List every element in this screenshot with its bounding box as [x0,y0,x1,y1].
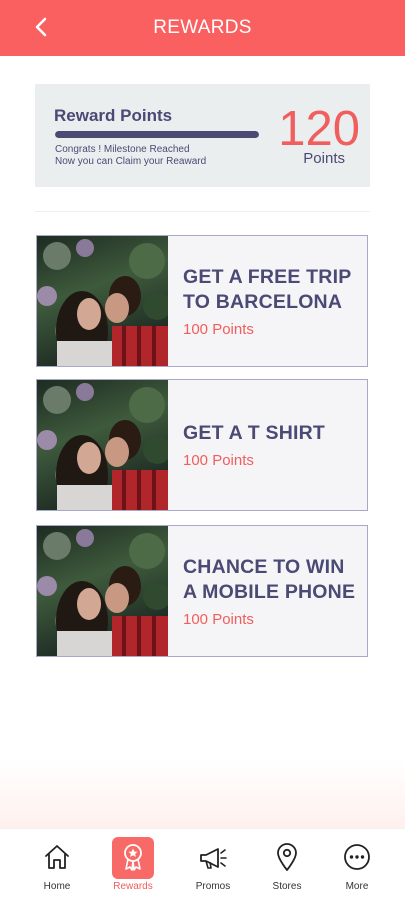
bottom-fade [0,760,405,830]
reward-card-barcelona[interactable]: GET A FREE TRIP TO BARCELONA 100 Points [36,235,368,367]
reward-points: 100 Points [183,452,254,469]
nav-home[interactable]: Home [27,829,87,901]
milestone-progress-fill [55,131,259,138]
reward-title-line1: GET A T SHIRT [183,422,325,444]
nav-label-rewards: Rewards [113,881,153,892]
reward-body: CHANCE TO WIN A MOBILE PHONE 100 Points [183,526,357,656]
reward-photo [37,380,168,510]
reward-body: GET A T SHIRT 100 Points [183,380,357,510]
nav-more[interactable]: More [327,829,387,901]
points-value: 120 [278,102,360,156]
reward-points: 100 Points [183,610,254,628]
nav-label-more: More [345,881,369,892]
points-unit: Points [303,150,345,167]
reward-photo [37,236,168,366]
megaphone-icon [198,841,228,873]
nav-rewards[interactable]: Rewards [103,829,163,901]
nav-stores[interactable]: Stores [257,829,317,901]
reward-photo [37,526,168,656]
reward-title: GET A FREE TRIP TO BARCELONA [183,265,357,315]
reward-title-line1: CHANCE TO WIN [183,555,345,578]
more-icon [342,841,372,873]
reward-body: GET A FREE TRIP TO BARCELONA 100 Points [183,236,357,366]
reward-points-card: Reward Points Congrats ! Milestone Reach… [35,84,370,187]
reward-title-line2: TO BARCELONA [183,290,343,313]
reward-title: GET A T SHIRT [183,421,357,446]
nav-label-stores: Stores [272,881,302,892]
app-header: REWARDS [0,0,405,56]
reward-points: 100 Points [183,320,254,338]
milestone-message-line2: Now you can Claim your Reaward [55,156,207,167]
divider [35,211,370,212]
reward-card-tshirt[interactable]: GET A T SHIRT 100 Points [36,379,368,511]
home-icon [42,841,72,873]
nav-promos[interactable]: Promos [183,829,243,901]
bottom-nav: Home Rewards Promos Stores More [0,828,405,901]
nav-label-home: Home [43,881,71,892]
reward-title-line2: A MOBILE PHONE [183,580,356,603]
milestone-message: Congrats ! Milestone Reached Now you can… [55,144,206,168]
milestone-message-line1: Congrats ! Milestone Reached [55,144,190,155]
reward-title-line1: GET A FREE TRIP [183,265,352,288]
milestone-progress-bar [55,131,259,138]
rewards-icon [118,841,148,873]
location-pin-icon [272,841,302,873]
reward-title: CHANCE TO WIN A MOBILE PHONE [183,555,357,605]
reward-points-title: Reward Points [54,106,173,125]
reward-card-mobile-phone[interactable]: CHANCE TO WIN A MOBILE PHONE 100 Points [36,525,368,657]
nav-label-promos: Promos [195,881,231,892]
page-title: REWARDS [153,17,252,38]
